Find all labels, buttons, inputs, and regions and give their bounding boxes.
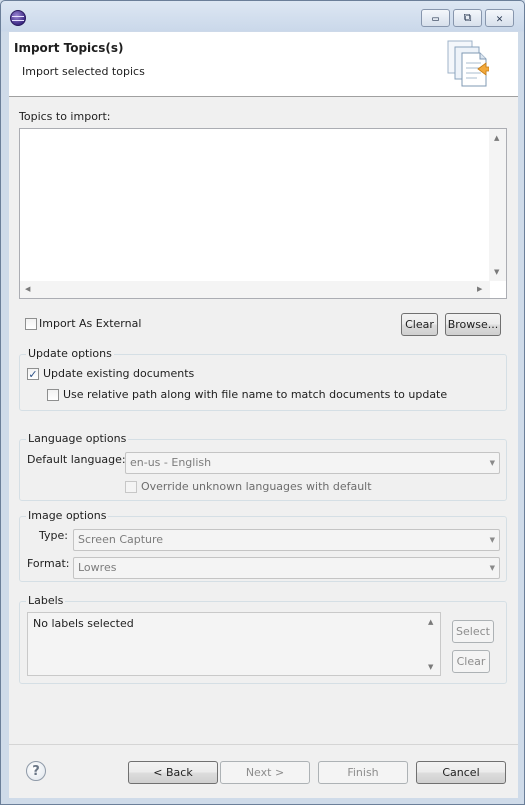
footer-separator (9, 744, 518, 745)
chevron-down-icon: ▼ (489, 564, 495, 572)
update-existing-label: Update existing documents (43, 367, 195, 380)
scroll-right-icon[interactable]: ▶ (477, 286, 482, 293)
clear-topics-button[interactable]: Clear (401, 313, 438, 336)
restore-icon: ⧉ (463, 11, 472, 24)
topics-vertical-scrollbar[interactable]: ▲ ▼ (489, 129, 506, 281)
image-options-title: Image options (26, 509, 109, 522)
import-as-external-checkbox[interactable] (25, 318, 37, 330)
labels-list[interactable]: No labels selected ▲ ▼ (27, 612, 441, 676)
minimize-icon: ▭ (432, 11, 439, 25)
update-options-group (19, 354, 507, 411)
import-as-external-label: Import As External (39, 317, 142, 330)
default-language-label: Default language: (27, 453, 126, 466)
finish-button[interactable]: Finish (318, 761, 408, 784)
chevron-down-icon: ▼ (489, 536, 495, 544)
wizard-description: Import selected topics (22, 65, 145, 78)
import-documents-icon (447, 40, 489, 87)
cancel-button[interactable]: Cancel (416, 761, 506, 784)
image-type-select[interactable]: Screen Capture ▼ (73, 529, 500, 551)
wizard-title: Import Topics(s) (14, 41, 124, 55)
clear-labels-button[interactable]: Clear (452, 650, 490, 673)
default-language-select[interactable]: en-us - English ▼ (125, 452, 500, 474)
update-existing-checkbox[interactable]: ✓ (27, 368, 39, 380)
scroll-left-icon[interactable]: ◀ (25, 286, 30, 293)
relative-path-checkbox[interactable] (47, 389, 59, 401)
image-format-value: Lowres (78, 561, 117, 574)
topics-horizontal-scrollbar[interactable]: ◀ ▶ (20, 281, 490, 298)
back-button[interactable]: < Back (128, 761, 218, 784)
topics-list[interactable]: ▲ ▼ ◀ ▶ (19, 128, 507, 299)
override-languages-label: Override unknown languages with default (141, 480, 372, 493)
image-format-select[interactable]: Lowres ▼ (73, 557, 500, 579)
close-icon: ✕ (496, 11, 503, 25)
override-languages-checkbox[interactable] (125, 481, 137, 493)
scroll-down-icon[interactable]: ▼ (428, 664, 433, 671)
select-labels-button[interactable]: Select (452, 620, 494, 643)
browse-button[interactable]: Browse... (445, 313, 501, 336)
maximize-button[interactable]: ⧉ (453, 9, 482, 27)
title-bar[interactable]: ▭ ⧉ ✕ (1, 1, 524, 31)
image-type-label: Type: (39, 529, 68, 542)
close-button[interactable]: ✕ (485, 9, 514, 27)
labels-title: Labels (26, 594, 66, 607)
topics-to-import-label: Topics to import: (19, 110, 111, 123)
default-language-value: en-us - English (130, 456, 212, 469)
dialog-body: Import Topics(s) Import selected topics … (9, 32, 518, 798)
chevron-down-icon: ▼ (489, 459, 495, 467)
minimize-button[interactable]: ▭ (421, 9, 450, 27)
scroll-up-icon[interactable]: ▲ (428, 619, 433, 626)
scroll-down-icon[interactable]: ▼ (494, 269, 499, 276)
wizard-window: ▭ ⧉ ✕ Import Topics(s) Import selected t… (0, 0, 525, 805)
relative-path-label: Use relative path along with file name t… (63, 388, 448, 401)
image-type-value: Screen Capture (78, 533, 164, 546)
language-options-title: Language options (26, 432, 129, 445)
image-format-label: Format: (27, 557, 70, 570)
help-icon[interactable]: ? (26, 761, 46, 781)
next-button[interactable]: Next > (220, 761, 310, 784)
scroll-up-icon[interactable]: ▲ (494, 135, 499, 142)
wizard-banner: Import Topics(s) Import selected topics (9, 32, 518, 97)
eclipse-app-icon (10, 10, 26, 26)
labels-empty-text: No labels selected (33, 617, 134, 630)
update-options-title: Update options (26, 347, 114, 360)
